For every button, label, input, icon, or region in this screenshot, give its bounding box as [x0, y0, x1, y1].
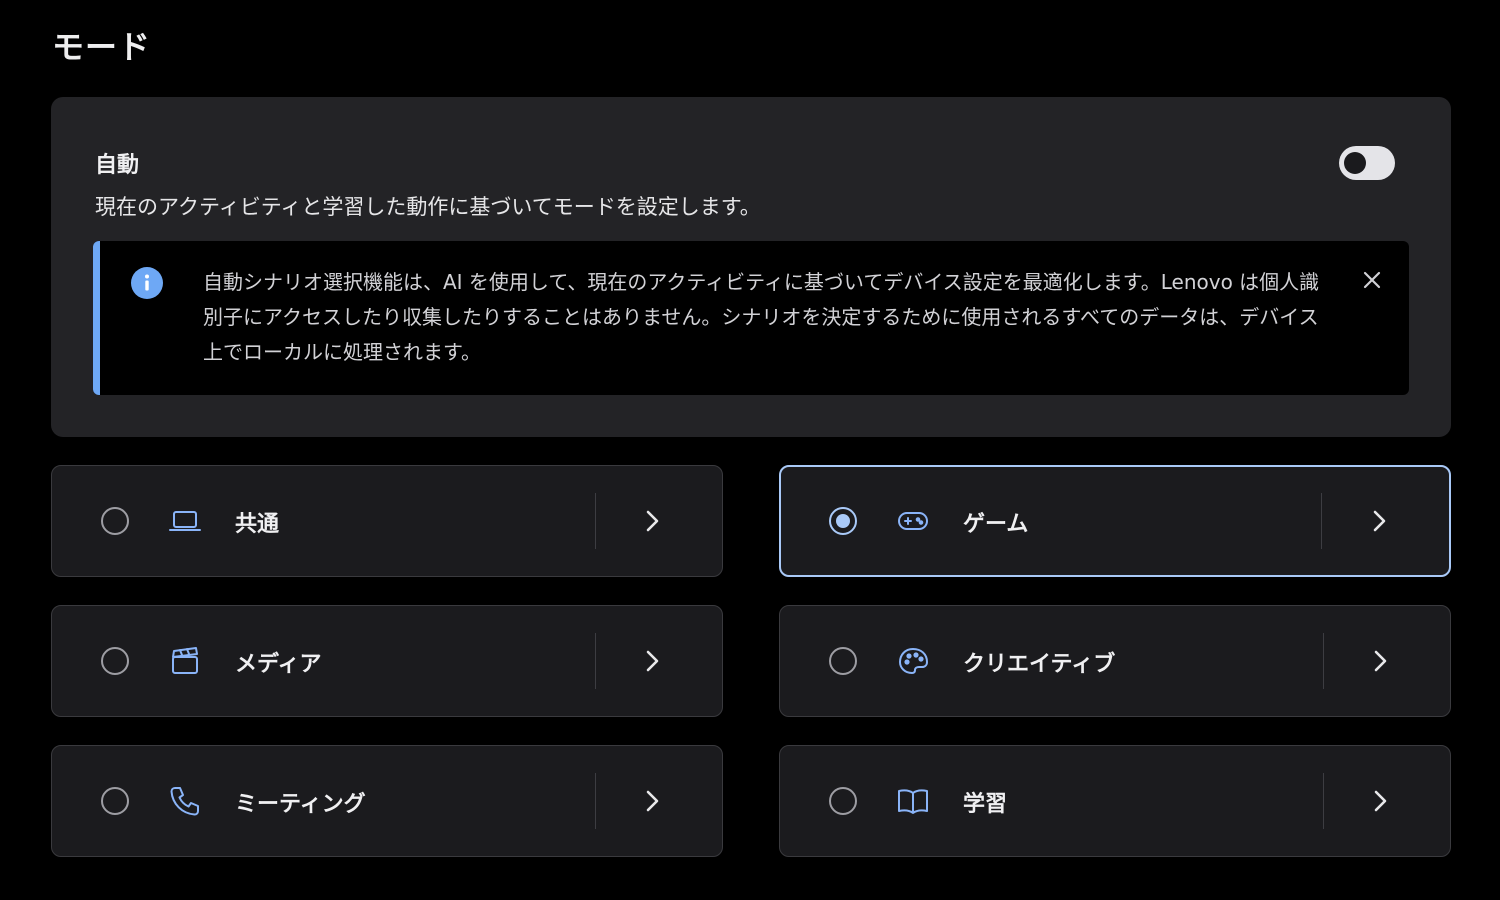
mode-card-meeting[interactable]: ミーティング [51, 745, 723, 857]
mode-label: 共通 [235, 512, 280, 537]
mode-radio[interactable] [829, 507, 857, 535]
mode-radio[interactable] [101, 647, 129, 675]
divider [595, 633, 596, 689]
page-title: モード [52, 28, 152, 66]
info-text: 自動シナリオ選択機能は、AI を使用して、現在のアクティビティに基づいてデバイス… [203, 270, 1320, 364]
palette-icon [899, 648, 928, 674]
mode-card-game[interactable]: ゲーム [779, 465, 1451, 577]
auto-mode-panel: 自動 現在のアクティビティと学習した動作に基づいてモードを設定します。 自動シナ… [51, 97, 1451, 437]
info-accent-bar [93, 241, 100, 395]
mode-label: 学習 [963, 792, 1008, 817]
info-banner: 自動シナリオ選択機能は、AI を使用して、現在のアクティビティに基づいてデバイス… [93, 241, 1409, 395]
divider [1323, 633, 1324, 689]
auto-mode-title: 自動 [95, 153, 140, 178]
divider [1323, 773, 1324, 829]
laptop-icon [169, 511, 201, 531]
info-icon [131, 267, 163, 299]
mode-radio[interactable] [101, 507, 129, 535]
close-icon[interactable] [1359, 267, 1385, 293]
mode-card-study[interactable]: 学習 [779, 745, 1451, 857]
divider [595, 493, 596, 549]
mode-label: メディア [235, 652, 322, 677]
mode-card-common[interactable]: 共通 [51, 465, 723, 577]
mode-label: ミーティング [235, 792, 366, 817]
mode-card-creative[interactable]: クリエイティブ [779, 605, 1451, 717]
chevron-right-icon[interactable] [638, 647, 666, 675]
auto-mode-description: 現在のアクティビティと学習した動作に基づいてモードを設定します。 [95, 195, 761, 219]
chevron-right-icon[interactable] [638, 787, 666, 815]
mode-card-media[interactable]: メディア [51, 605, 723, 717]
gamepad-icon [898, 512, 928, 530]
clapperboard-icon [172, 647, 198, 674]
phone-icon [170, 787, 199, 816]
divider [1321, 493, 1322, 549]
toggle-knob [1344, 152, 1366, 174]
mode-radio[interactable] [829, 647, 857, 675]
radio-dot [836, 514, 850, 528]
divider [595, 773, 596, 829]
mode-settings-page: モード 自動 現在のアクティビティと学習した動作に基づいてモードを設定します。 … [0, 0, 1500, 900]
chevron-right-icon[interactable] [1366, 647, 1394, 675]
book-icon [898, 789, 928, 814]
mode-radio[interactable] [101, 787, 129, 815]
mode-label: クリエイティブ [963, 652, 1116, 677]
chevron-right-icon[interactable] [638, 507, 666, 535]
mode-label: ゲーム [963, 512, 1029, 537]
auto-mode-toggle[interactable] [1339, 146, 1395, 180]
chevron-right-icon[interactable] [1365, 507, 1393, 535]
mode-radio[interactable] [829, 787, 857, 815]
chevron-right-icon[interactable] [1366, 787, 1394, 815]
